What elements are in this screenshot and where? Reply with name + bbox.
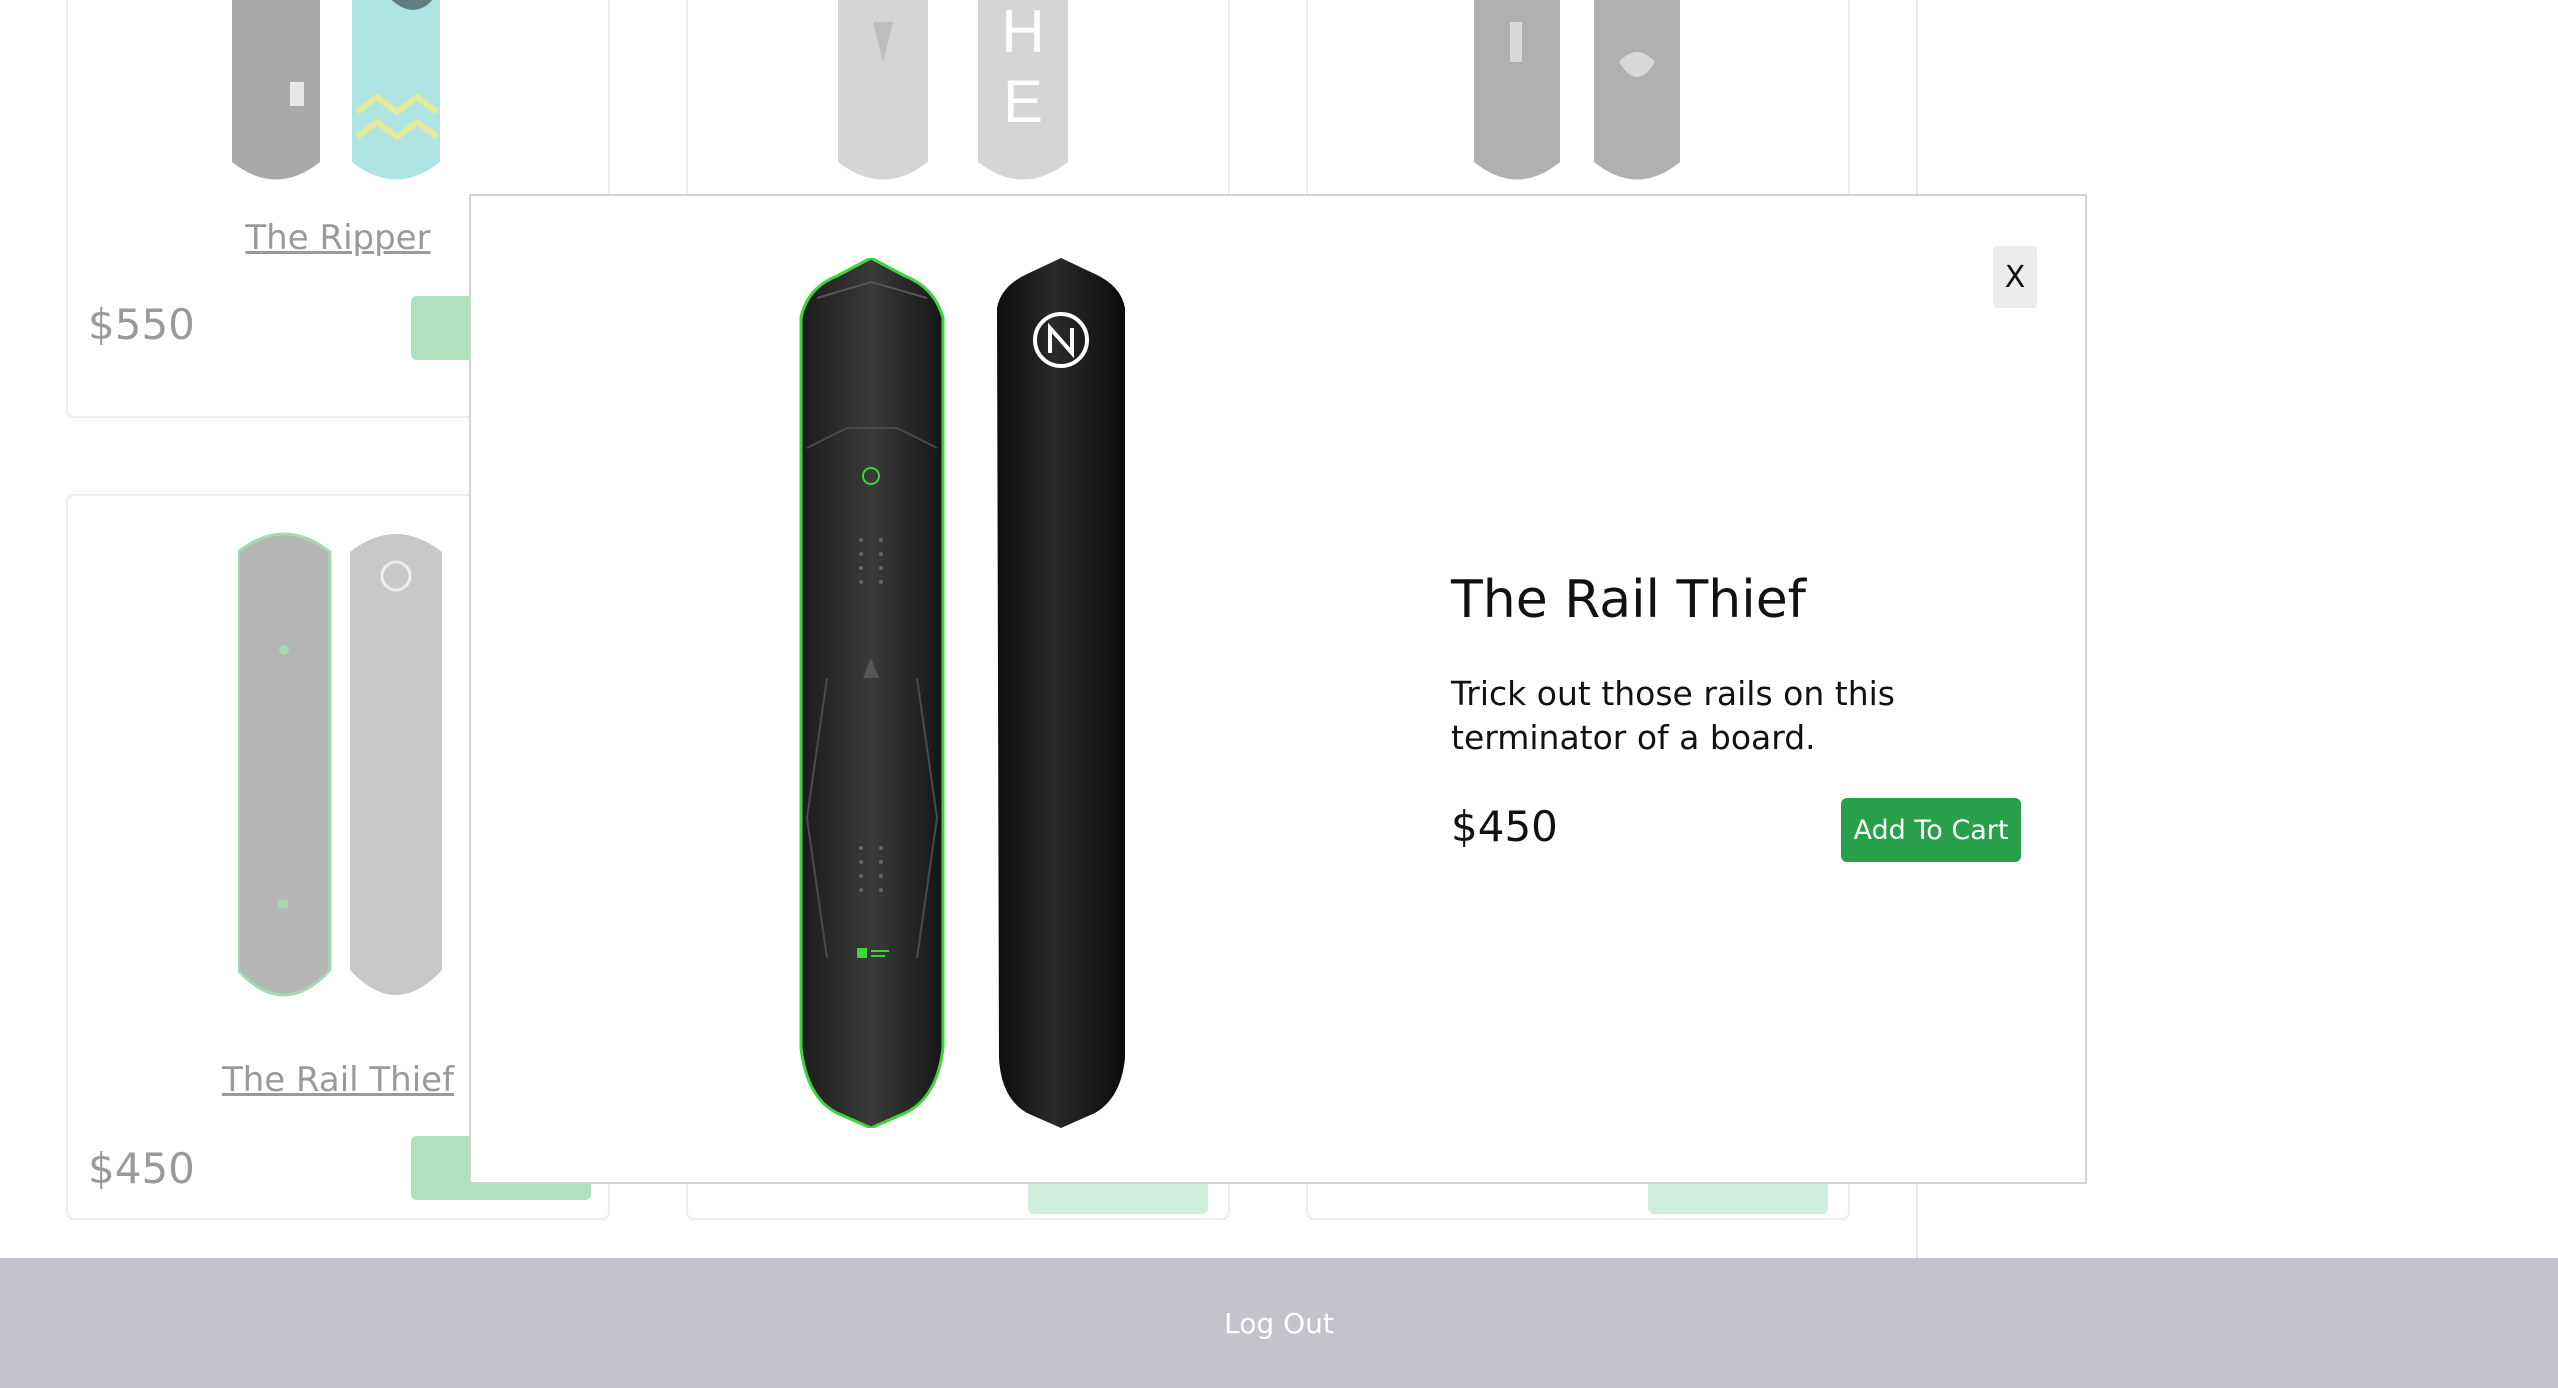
product-price: $450 [88,1144,195,1193]
product-image [238,532,442,997]
modal-price: $450 [1451,802,1558,851]
close-button[interactable]: X [1993,246,2037,308]
product-image [1474,0,1680,180]
add-to-cart-button[interactable] [1648,1184,1828,1214]
footer: Log Out [0,1258,2558,1388]
product-price: $550 [88,300,195,349]
product-image [799,258,1125,1128]
product-image: H E [838,0,1068,180]
svg-text:E: E [1003,68,1043,135]
logout-button[interactable]: Log Out [0,1306,2558,1341]
svg-text:H: H [1001,0,1044,65]
product-modal: X The Rail Thief Trick out those rails o… [469,194,2087,1184]
modal-title: The Rail Thief [1451,570,1806,630]
product-image [232,0,440,180]
add-to-cart-button[interactable] [1028,1184,1208,1214]
add-to-cart-button[interactable]: Add To Cart [1841,798,2021,862]
modal-description: Trick out those rails on this terminator… [1451,674,1895,757]
